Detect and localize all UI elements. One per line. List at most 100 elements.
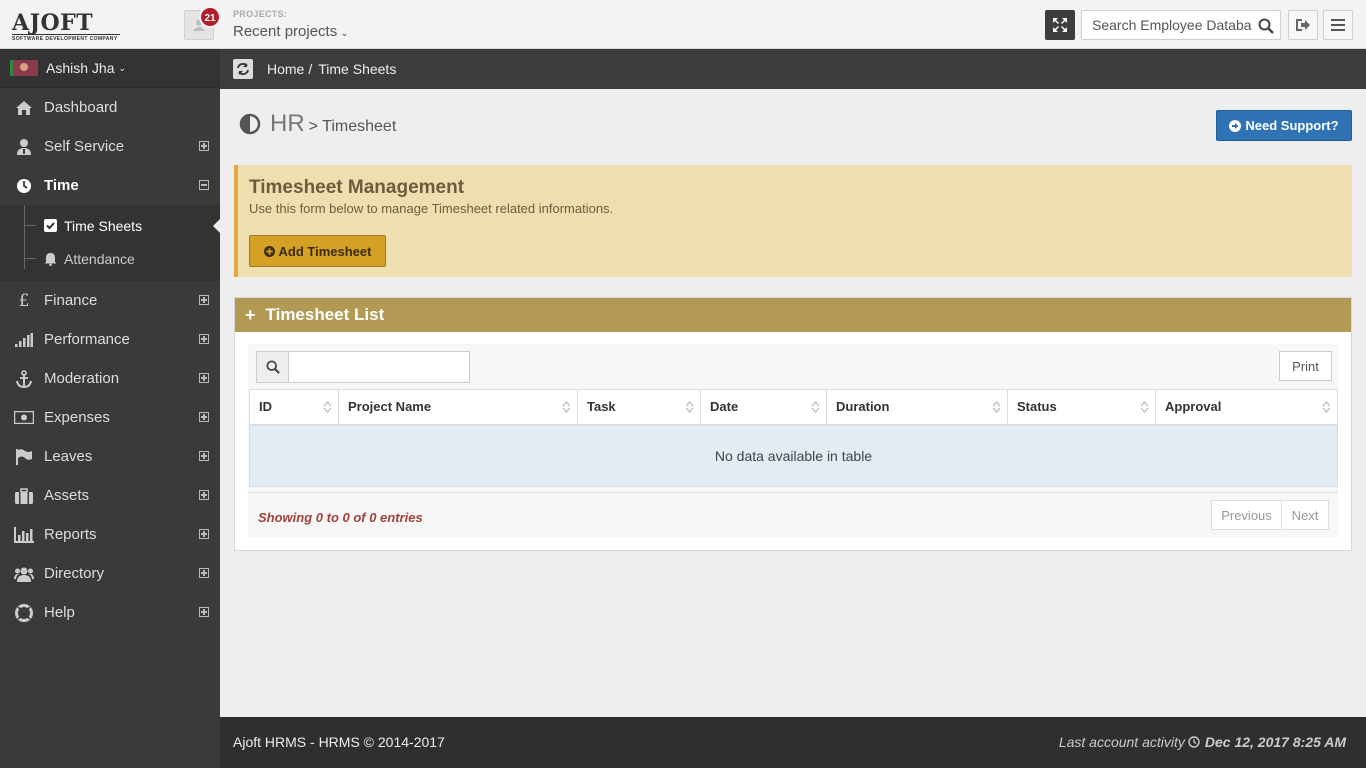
column-header-duration[interactable]: Duration (826, 389, 1008, 426)
sidebar-item-time[interactable]: Time (0, 166, 220, 205)
sidebar-subitem-attendance[interactable]: Attendance (0, 242, 220, 275)
sidebar-item-moderation[interactable]: Moderation (0, 359, 220, 398)
timesheet-table: ID Project Name Task Date Duration Statu… (249, 389, 1338, 487)
user-tie-icon (14, 138, 34, 156)
add-timesheet-button[interactable]: Add Timesheet (249, 235, 386, 267)
next-page-button[interactable]: Next (1282, 500, 1329, 530)
sidebar-item-expenses[interactable]: Expenses (0, 398, 220, 437)
logout-button[interactable] (1288, 10, 1318, 40)
refresh-button[interactable] (233, 59, 253, 79)
bell-icon (44, 252, 58, 266)
chevron-down-icon: ⌄ (118, 62, 127, 73)
breadcrumb: Home / Time Sheets (267, 61, 396, 77)
panel-title: Timesheet List (265, 305, 385, 324)
breadcrumb-current: Time Sheets (318, 61, 397, 77)
expand-icon[interactable] (199, 141, 209, 151)
clock-icon (14, 177, 34, 195)
menu-button[interactable] (1323, 10, 1353, 40)
projects-dropdown[interactable]: Recent projects ⌄ (233, 23, 349, 40)
sidebar-item-assets[interactable]: Assets (0, 476, 220, 515)
page-title: HR > Timesheet (239, 110, 396, 138)
users-icon (14, 565, 34, 583)
table-header-row: ID Project Name Task Date Duration Statu… (249, 389, 1338, 426)
sort-icon (1322, 401, 1331, 413)
company-logo[interactable]: AJOFT SOFTWARE DEVELOPMENT COMPANY (12, 12, 122, 42)
column-header-id[interactable]: ID (249, 389, 339, 426)
employee-search (1081, 10, 1281, 40)
sidebar-item-help[interactable]: Help (0, 593, 220, 632)
table-search-input[interactable] (290, 352, 468, 382)
refresh-icon (237, 63, 249, 75)
expand-icon[interactable] (199, 295, 209, 305)
plus-circle-icon (263, 245, 275, 257)
expand-icon[interactable] (199, 529, 209, 539)
signal-icon (14, 331, 34, 349)
callout-title: Timesheet Management (249, 177, 465, 198)
table-row: No data available in table (249, 424, 1338, 487)
sidebar-item-leaves[interactable]: Leaves (0, 437, 220, 476)
sidebar-item-label: Performance (44, 331, 130, 348)
expand-icon (1053, 18, 1067, 32)
page-subtitle: > Timesheet (308, 118, 397, 135)
adjust-icon (239, 113, 261, 135)
avatar (10, 60, 38, 76)
employee-search-input[interactable] (1082, 11, 1252, 39)
expand-icon[interactable] (199, 568, 209, 578)
column-header-date[interactable]: Date (700, 389, 827, 426)
sidebar-subitem-label: Attendance (64, 250, 135, 267)
breadcrumb-bar: Home / Time Sheets (220, 49, 1366, 89)
sign-out-icon (1296, 19, 1310, 31)
add-timesheet-label: Add Timesheet (278, 243, 372, 259)
flag-icon (14, 448, 34, 466)
expand-icon[interactable] (199, 607, 209, 617)
notification-badge: 21 (199, 6, 221, 28)
briefcase-icon (14, 487, 34, 505)
sidebar-subitem-time-sheets[interactable]: Time Sheets (0, 209, 220, 242)
expand-icon[interactable] (199, 412, 209, 422)
sort-icon (323, 401, 332, 413)
breadcrumb-home[interactable]: Home (267, 61, 304, 77)
expand-icon[interactable] (199, 373, 209, 383)
panel-header[interactable]: + Timesheet List (235, 298, 1351, 332)
previous-page-button[interactable]: Previous (1211, 500, 1282, 530)
bar-chart-icon (14, 526, 34, 544)
search-icon[interactable] (1258, 18, 1274, 34)
sidebar-item-reports[interactable]: Reports (0, 515, 220, 554)
print-button[interactable]: Print (1279, 351, 1332, 381)
footer: Ajoft HRMS - HRMS © 2014-2017 Last accou… (220, 717, 1366, 768)
notifications-button[interactable]: 21 (184, 6, 221, 40)
top-header: AJOFT SOFTWARE DEVELOPMENT COMPANY 21 PR… (0, 0, 1366, 49)
expand-icon[interactable] (199, 334, 209, 344)
pagination: Previous Next (1211, 500, 1329, 530)
column-header-project-name[interactable]: Project Name (338, 389, 578, 426)
sidebar-item-label: Dashboard (44, 99, 118, 116)
collapse-icon[interactable] (199, 180, 209, 190)
column-header-task[interactable]: Task (577, 389, 701, 426)
sort-icon (562, 401, 571, 413)
timesheet-list-panel: + Timesheet List Print ID Project Name T… (234, 297, 1352, 551)
sidebar-item-label: Help (44, 604, 75, 621)
sidebar-item-directory[interactable]: Directory (0, 554, 220, 593)
expand-icon[interactable] (199, 451, 209, 461)
column-header-status[interactable]: Status (1007, 389, 1156, 426)
last-activity: Last account activity Dec 12, 2017 8:25 … (1059, 734, 1346, 750)
sidebar-item-dashboard[interactable]: Dashboard (0, 88, 220, 127)
column-header-approval[interactable]: Approval (1155, 389, 1338, 426)
logo-subtext: SOFTWARE DEVELOPMENT COMPANY (12, 34, 120, 42)
user-profile-menu[interactable]: Ashish Jha ⌄ (0, 49, 220, 88)
money-icon (14, 409, 34, 427)
sidebar-item-self-service[interactable]: Self Service (0, 127, 220, 166)
callout-text: Use this form below to manage Timesheet … (249, 201, 614, 216)
expand-icon[interactable] (199, 490, 209, 500)
projects-selected: Recent projects (233, 23, 338, 40)
copyright-text: Ajoft HRMS - HRMS © 2014-2017 (233, 734, 445, 750)
divider (248, 492, 1338, 493)
sidebar-item-performance[interactable]: Performance (0, 320, 220, 359)
sidebar-item-label: Self Service (44, 138, 125, 155)
need-support-button[interactable]: Need Support? (1216, 110, 1352, 141)
sidebar-item-label: Assets (44, 487, 90, 504)
plus-icon: + (245, 304, 256, 325)
table-search (256, 351, 470, 383)
fullscreen-button[interactable] (1045, 10, 1075, 40)
sidebar-item-finance[interactable]: £ Finance (0, 281, 220, 320)
